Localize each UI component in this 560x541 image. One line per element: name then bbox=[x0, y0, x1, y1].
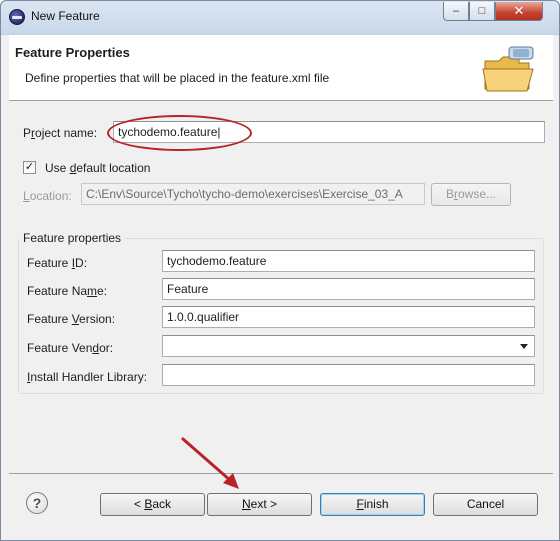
next-button[interactable]: Next > bbox=[207, 493, 312, 516]
close-icon: ✕ bbox=[513, 3, 525, 18]
maximize-icon: □ bbox=[478, 5, 486, 17]
project-name-value: tychodemo.feature bbox=[118, 125, 218, 139]
feature-name-input[interactable]: Feature bbox=[162, 278, 535, 300]
project-name-input[interactable]: tychodemo.feature| bbox=[113, 121, 545, 143]
feature-vendor-label: Feature Vendor: bbox=[27, 341, 114, 355]
location-label: Location: bbox=[23, 189, 72, 203]
browse-button[interactable]: Browse... bbox=[431, 183, 511, 206]
cancel-button[interactable]: Cancel bbox=[433, 493, 538, 516]
page-title: Feature Properties bbox=[15, 45, 130, 60]
title-bar[interactable]: New Feature – □ ✕ bbox=[1, 1, 559, 33]
back-button[interactable]: < Back bbox=[100, 493, 205, 516]
minimize-button[interactable]: – bbox=[443, 2, 469, 21]
feature-name-label: Feature Name: bbox=[27, 284, 108, 298]
text-caret: | bbox=[217, 125, 221, 139]
checkmark-icon: ✓ bbox=[24, 161, 35, 173]
wizard-footer: ? < Back Next > Finish Cancel bbox=[9, 474, 553, 534]
feature-id-label: Feature ID: bbox=[27, 256, 88, 270]
wizard-content: Project name: tychodemo.feature| ✓ Use d… bbox=[9, 102, 553, 472]
feature-properties-group-title: Feature properties bbox=[19, 231, 126, 245]
project-name-label: Project name: bbox=[23, 126, 98, 140]
feature-id-input[interactable]: tychodemo.feature bbox=[162, 250, 535, 272]
eclipse-app-icon bbox=[9, 9, 25, 25]
maximize-button[interactable]: □ bbox=[469, 2, 495, 21]
feature-version-label: Feature Version: bbox=[27, 312, 116, 326]
location-input[interactable]: C:\Env\Source\Tycho\tycho-demo\exercises… bbox=[81, 183, 425, 205]
use-default-location-label[interactable]: Use default location bbox=[45, 161, 150, 175]
feature-vendor-combo[interactable] bbox=[162, 335, 535, 357]
wizard-header: Feature Properties Define properties tha… bbox=[9, 35, 553, 101]
page-description: Define properties that will be placed in… bbox=[25, 71, 330, 85]
finish-button[interactable]: Finish bbox=[320, 493, 425, 516]
install-handler-library-label: Install Handler Library: bbox=[27, 370, 148, 384]
folder-icon bbox=[482, 46, 534, 92]
use-default-location-checkbox[interactable]: ✓ bbox=[23, 161, 36, 174]
feature-version-input[interactable]: 1.0.0.qualifier bbox=[162, 306, 535, 328]
install-handler-library-input[interactable] bbox=[162, 364, 535, 386]
new-feature-dialog: New Feature – □ ✕ Feature Properties Def… bbox=[0, 0, 560, 541]
close-button[interactable]: ✕ bbox=[495, 2, 543, 21]
minimize-icon: – bbox=[452, 5, 460, 17]
window-title: New Feature bbox=[31, 9, 100, 23]
help-icon[interactable]: ? bbox=[26, 492, 48, 514]
chevron-down-icon[interactable] bbox=[520, 344, 528, 349]
